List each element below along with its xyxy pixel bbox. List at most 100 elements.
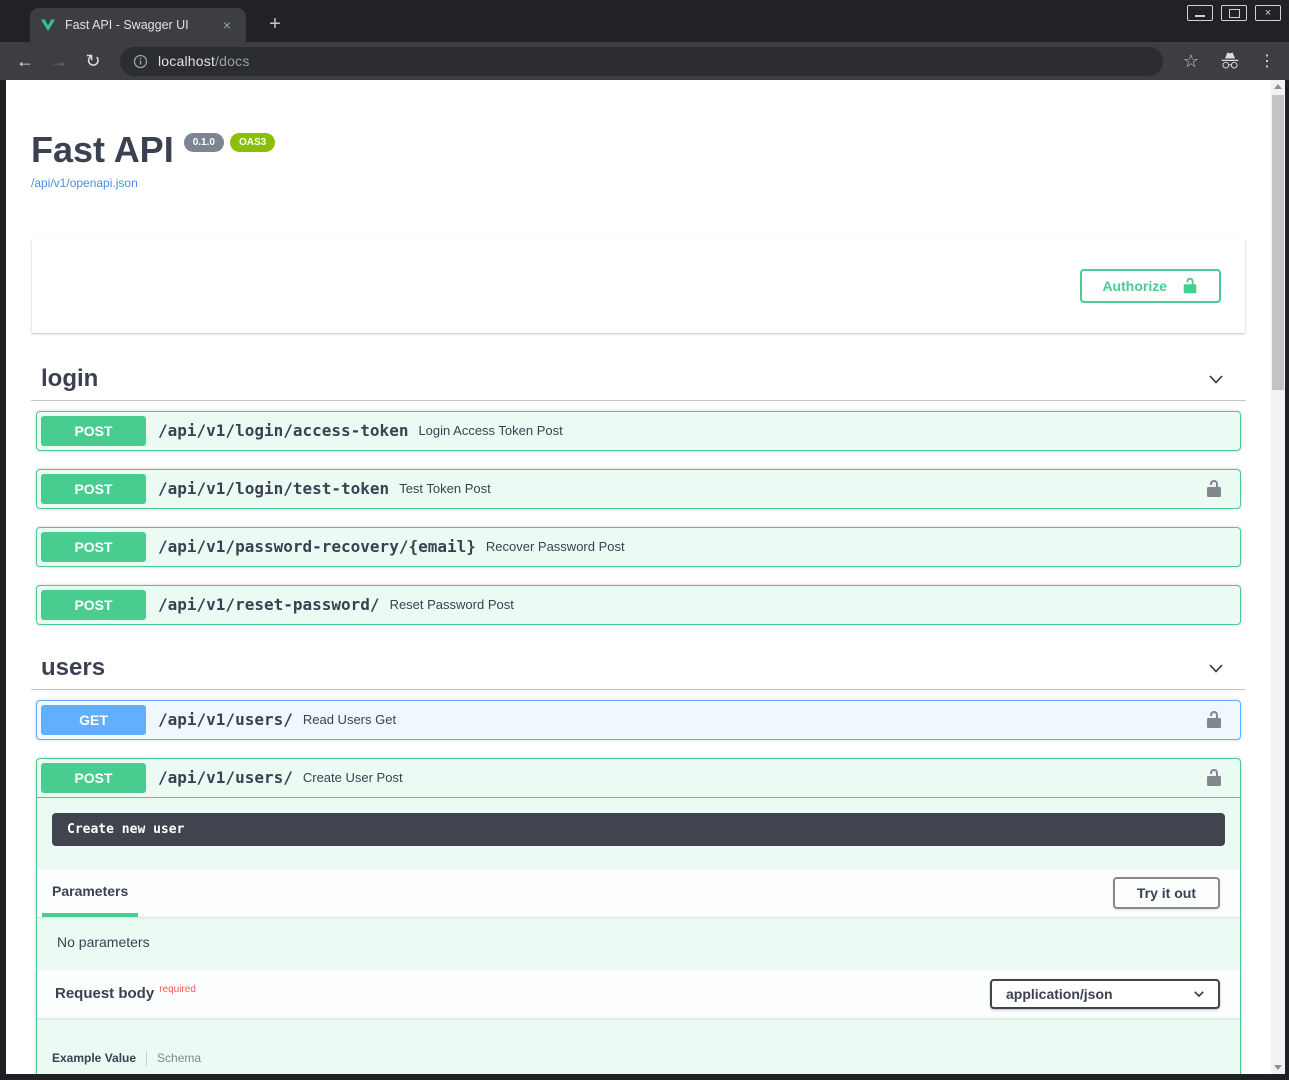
media-type-select[interactable]: application/json [990, 979, 1220, 1009]
unlock-icon[interactable] [1204, 479, 1224, 499]
operation-summary-row[interactable]: POST /api/v1/login/test-token Test Token… [37, 470, 1240, 508]
back-icon[interactable]: ← [10, 46, 40, 76]
swagger-favicon-icon [40, 17, 56, 33]
operation-summary-row[interactable]: POST /api/v1/password-recovery/{email} R… [37, 528, 1240, 566]
bookmark-star-icon[interactable]: ☆ [1177, 51, 1205, 72]
api-info: Fast API 0.1.0 OAS3 /api/v1/openapi.json [31, 130, 1246, 192]
operation-path: /api/v1/login/access-token [158, 421, 408, 440]
operation-summary-row[interactable]: POST /api/v1/reset-password/ Reset Passw… [37, 586, 1240, 624]
request-body-header: Request body required application/json [37, 970, 1240, 1018]
window-close-icon: × [1265, 8, 1271, 19]
model-example: Example Value Schema { [37, 1018, 1240, 1074]
no-parameters-text: No parameters [57, 934, 1220, 950]
reload-icon[interactable]: ↻ [78, 46, 108, 76]
operation-row: POST /api/v1/password-recovery/{email} R… [36, 527, 1241, 567]
scheme-container: Authorize [32, 239, 1245, 333]
operation-body: Create new user Parameters Try it out No… [37, 798, 1240, 1074]
maximize-button[interactable] [1221, 5, 1247, 21]
method-badge: POST [41, 763, 146, 793]
unlock-icon[interactable] [1204, 768, 1224, 788]
address-bar[interactable]: localhost/docs [120, 47, 1163, 76]
section-login: login POST /api/v1/login/access-token Lo… [31, 358, 1246, 625]
menu-icon[interactable]: ⋮ [1255, 51, 1279, 71]
operation-summary: Login Access Token Post [418, 423, 1236, 438]
url-path: /docs [215, 53, 249, 69]
method-badge: POST [41, 416, 146, 446]
authorize-button[interactable]: Authorize [1080, 269, 1221, 303]
section-title: login [41, 365, 98, 393]
content-area: Fast API 0.1.0 OAS3 /api/v1/openapi.json… [0, 80, 1289, 1080]
method-badge: POST [41, 474, 146, 504]
method-badge: POST [41, 532, 146, 562]
browser-tab[interactable]: Fast API - Swagger UI × [30, 8, 246, 42]
operation-path: /api/v1/reset-password/ [158, 595, 380, 614]
window-controls: × [1187, 5, 1281, 21]
operation-row-expanded: POST /api/v1/users/ Create User Post Cre… [36, 758, 1241, 1074]
operation-path: /api/v1/users/ [158, 710, 293, 729]
required-label: required [159, 984, 196, 995]
tab-close-icon[interactable]: × [218, 16, 236, 34]
tab-schema[interactable]: Schema [157, 1051, 201, 1065]
section-header-users[interactable]: users [31, 647, 1246, 690]
operation-row: POST /api/v1/reset-password/ Reset Passw… [36, 585, 1241, 625]
section-header-login[interactable]: login [31, 358, 1246, 401]
operation-summary: Recover Password Post [486, 539, 1236, 554]
operation-description: Create new user [52, 813, 1225, 846]
url-text: localhost/docs [158, 53, 250, 69]
scrollbar-thumb[interactable] [1272, 95, 1284, 390]
titlebar: Fast API - Swagger UI × + × [0, 0, 1289, 42]
tab-parameters[interactable]: Parameters [42, 869, 138, 917]
toolbar-actions: ☆ ⋮ [1177, 51, 1279, 72]
oas3-badge: OAS3 [230, 133, 275, 152]
section-title: users [41, 654, 105, 682]
operation-path: /api/v1/users/ [158, 768, 293, 787]
api-title-text: Fast API [31, 130, 174, 170]
method-badge: GET [41, 705, 146, 735]
close-button[interactable]: × [1255, 5, 1281, 21]
incognito-icon [1215, 51, 1245, 71]
chevron-down-icon[interactable] [1206, 369, 1226, 389]
operation-summary: Read Users Get [303, 712, 1204, 727]
url-host: localhost [158, 53, 215, 69]
browser-toolbar: ← → ↻ localhost/docs ☆ ⋮ [0, 42, 1289, 80]
operation-row: POST /api/v1/login/access-token Login Ac… [36, 411, 1241, 451]
page-title: Fast API 0.1.0 OAS3 [31, 130, 1246, 170]
try-it-out-button[interactable]: Try it out [1113, 877, 1220, 909]
tab-separator [146, 1051, 147, 1066]
operation-summary-row[interactable]: POST /api/v1/login/access-token Login Ac… [37, 412, 1240, 450]
operation-path: /api/v1/login/test-token [158, 479, 389, 498]
chevron-down-icon[interactable] [1206, 658, 1226, 678]
unlock-icon[interactable] [1204, 710, 1224, 730]
tab-title: Fast API - Swagger UI [65, 18, 209, 32]
unlock-icon [1181, 277, 1199, 295]
media-type-value: application/json [1006, 986, 1113, 1002]
swagger-page: Fast API 0.1.0 OAS3 /api/v1/openapi.json… [6, 80, 1271, 1074]
request-body-label-text: Request body [55, 985, 154, 1002]
forward-icon[interactable]: → [44, 46, 74, 76]
version-badge: 0.1.0 [184, 133, 224, 152]
new-tab-button[interactable]: + [262, 11, 288, 37]
info-icon[interactable] [133, 54, 148, 69]
select-chevron-down-icon [1192, 987, 1206, 1001]
operation-summary: Test Token Post [399, 481, 1204, 496]
operation-row: GET /api/v1/users/ Read Users Get [36, 700, 1241, 740]
request-body-label: Request body required [55, 985, 196, 1002]
browser-window: Fast API - Swagger UI × + × ← → ↻ localh… [0, 0, 1289, 1080]
method-badge: POST [41, 590, 146, 620]
openapi-spec-link[interactable]: /api/v1/openapi.json [31, 176, 138, 190]
parameters-header: Parameters Try it out [37, 869, 1240, 917]
minimize-button[interactable] [1187, 5, 1213, 21]
operation-summary-row[interactable]: GET /api/v1/users/ Read Users Get [37, 701, 1240, 739]
tab-example-value[interactable]: Example Value [52, 1051, 136, 1065]
operation-row: POST /api/v1/login/test-token Test Token… [36, 469, 1241, 509]
scroll-down-icon[interactable] [1274, 1065, 1282, 1070]
scroll-up-icon[interactable] [1274, 84, 1282, 89]
section-users: users GET /api/v1/users/ Read Users Get [31, 647, 1246, 1074]
scrollbar[interactable] [1271, 80, 1285, 1074]
operation-summary-row[interactable]: POST /api/v1/users/ Create User Post [37, 759, 1240, 798]
example-tabs: Example Value Schema [52, 1051, 1225, 1066]
authorize-label: Authorize [1102, 278, 1167, 294]
operation-summary: Reset Password Post [390, 597, 1236, 612]
operation-path: /api/v1/password-recovery/{email} [158, 537, 476, 556]
operation-summary: Create User Post [303, 770, 1204, 785]
